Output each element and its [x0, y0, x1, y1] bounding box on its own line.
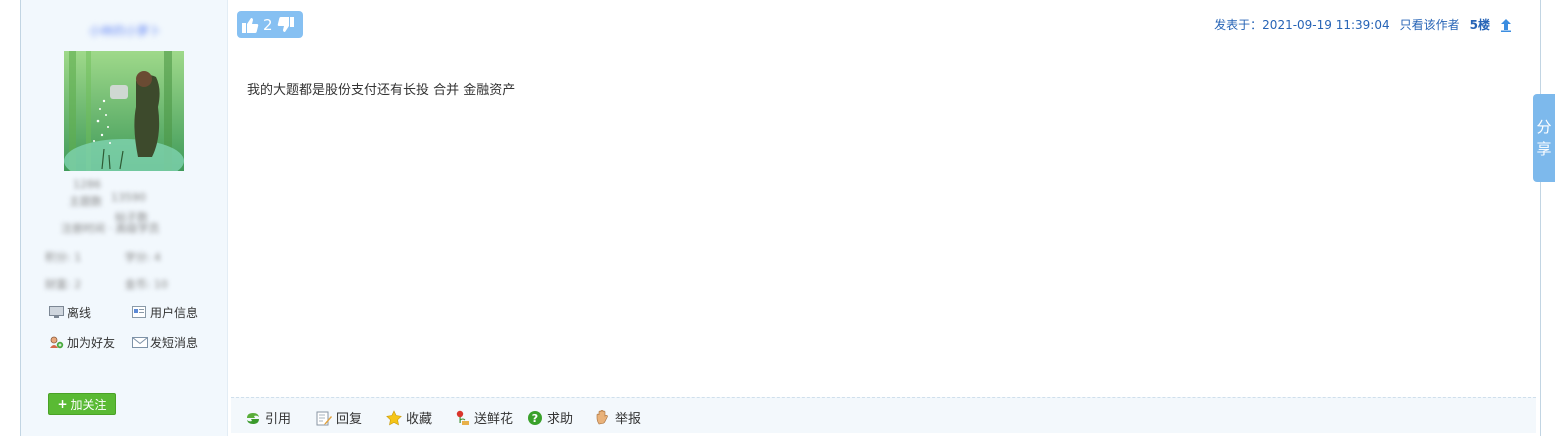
- like-count: 2: [263, 15, 273, 34]
- user-info-label: 用户信息: [150, 306, 199, 320]
- user-info-link[interactable]: 用户信息: [132, 304, 198, 321]
- like-widget: 2: [237, 11, 303, 38]
- quote-label: 引用: [265, 412, 292, 427]
- author-stat-grid-row: 财富: 2 金币: 10: [45, 276, 195, 292]
- svg-text:?: ?: [532, 412, 538, 425]
- help-label: 求助: [547, 412, 574, 427]
- profile-card-icon: [132, 306, 147, 319]
- share-label-char: 享: [1536, 140, 1552, 158]
- post-content: 我的大题都是股份支付还有长投 合并 金融资产: [247, 83, 516, 98]
- send-message-link[interactable]: 发短消息: [132, 334, 198, 351]
- envelope-icon: [132, 336, 148, 349]
- thumbs-down-icon[interactable]: [277, 16, 295, 34]
- post-timestamp: 发表于：2021-09-19 11:39:04: [1214, 18, 1390, 32]
- hand-icon: [595, 409, 611, 426]
- send-flower-label: 送鲜花: [474, 412, 514, 427]
- post-meta: 发表于：2021-09-19 11:39:04 只看该作者 5楼: [1214, 16, 1512, 33]
- author-level: 注册时间 · 高级学员: [61, 222, 160, 235]
- arrow-up-icon[interactable]: [1500, 18, 1512, 32]
- star-icon: [386, 409, 402, 426]
- stat-cell: 财富: 2: [45, 278, 82, 291]
- question-icon: ?: [527, 410, 543, 426]
- follow-label: 加关注: [70, 397, 107, 412]
- reply-label: 回复: [336, 412, 363, 427]
- flower-icon: [454, 410, 470, 426]
- plus-icon: +: [57, 397, 68, 411]
- share-tab[interactable]: 分 享: [1533, 94, 1555, 182]
- only-author-link[interactable]: 只看该作者: [1400, 16, 1460, 33]
- follow-button[interactable]: + 加关注: [48, 393, 116, 415]
- stat-cell: 积分: 1: [45, 251, 82, 264]
- floor-number[interactable]: 5楼: [1470, 16, 1490, 33]
- report-label: 举报: [615, 412, 642, 427]
- author-sidebar: 小林的小萝卜 1286 13590 主题数 帖子数 注册时间 · 高级学员 积分…: [21, 0, 228, 436]
- offline-status: 离线: [49, 304, 91, 321]
- stat-cell: 金币: 10: [124, 278, 168, 291]
- post-main: 2 发表于：2021-09-19 11:39:04 只看该作者 5楼 我的大题都…: [229, 0, 1542, 436]
- thumbs-up-icon[interactable]: [241, 16, 259, 34]
- favorite-button[interactable]: 收藏: [386, 408, 432, 427]
- quote-button[interactable]: 引用: [245, 408, 291, 427]
- quote-icon: [245, 410, 261, 426]
- favorite-label: 收藏: [406, 412, 433, 427]
- add-friend-icon: [49, 336, 64, 349]
- help-button[interactable]: ? 求助: [527, 408, 573, 427]
- report-button[interactable]: 举报: [595, 408, 641, 427]
- add-friend-label: 加为好友: [67, 336, 116, 350]
- post-actions-bar: 引用 回复 收藏 送鲜花 ? 求助 举报: [231, 397, 1536, 433]
- stat-cell: 学分: 4: [124, 251, 161, 264]
- stat-label: 主题数: [69, 195, 102, 208]
- reply-button[interactable]: 回复: [316, 408, 362, 427]
- stat-value: 1286: [73, 178, 101, 191]
- share-label-char: 分: [1536, 118, 1552, 136]
- author-username[interactable]: 小林的小萝卜: [85, 22, 165, 38]
- reply-pencil-icon: [316, 410, 332, 426]
- send-flower-button[interactable]: 送鲜花: [454, 408, 513, 427]
- monitor-icon: [49, 306, 64, 319]
- post-container: 小林的小萝卜 1286 13590 主题数 帖子数 注册时间 · 高级学员 积分…: [20, 0, 1541, 436]
- add-friend-link[interactable]: 加为好友: [49, 334, 115, 351]
- avatar[interactable]: [64, 51, 184, 171]
- send-message-label: 发短消息: [150, 336, 199, 350]
- author-stat-grid-row: 积分: 1 学分: 4: [45, 249, 195, 265]
- offline-label: 离线: [67, 306, 92, 320]
